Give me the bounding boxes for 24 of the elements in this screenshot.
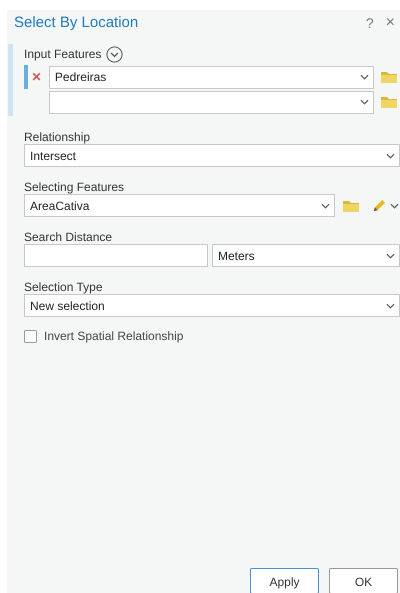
dropdown-caret-icon[interactable] [390, 202, 399, 208]
active-parameter-bar [8, 44, 13, 116]
dialog-button[interactable]: Apply [250, 568, 319, 593]
search-distance-input[interactable] [24, 244, 208, 267]
field-label: Selection Type [24, 279, 104, 294]
checkbox-label: Invert Spatial Relationship [44, 328, 184, 345]
help-button[interactable]: ? [360, 12, 380, 34]
remove-icon[interactable]: ✕ [24, 68, 49, 86]
selecting-features-dropdown[interactable]: AreaCativa [24, 194, 335, 217]
selection-type-dropdown[interactable]: New selection [24, 294, 400, 317]
field-label: Input Features [24, 46, 102, 63]
input-features-dropdown[interactable]: Pedreiras [48, 66, 374, 88]
input-features-dropdown[interactable] [48, 90, 374, 114]
checkbox[interactable] [24, 330, 37, 342]
pencil-icon[interactable] [372, 198, 387, 213]
unit-dropdown[interactable]: Meters [212, 244, 400, 267]
field-label: Search Distance [24, 229, 114, 244]
window-title: Select By Location [14, 12, 140, 33]
field-label: Selecting Features [24, 179, 126, 194]
relationship-dropdown[interactable]: Intersect [24, 144, 400, 167]
dialog-button[interactable]: OK [329, 568, 398, 593]
field-label: Relationship [24, 129, 92, 144]
close-button[interactable]: × [380, 11, 395, 35]
expand-icon[interactable] [106, 46, 124, 62]
